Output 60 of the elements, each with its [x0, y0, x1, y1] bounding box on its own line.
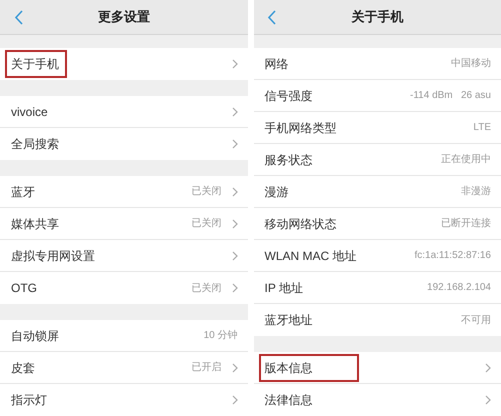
settings-row[interactable]: 媒体共享 已关闭 [0, 208, 248, 240]
row-label: 自动锁屏 [10, 328, 60, 344]
row-label: 手机网络类型 [264, 120, 338, 136]
row-label: 虚拟专用网设置 [10, 248, 96, 264]
row-label: 移动网络状态 [264, 216, 338, 232]
row-value: 已关闭 [192, 282, 222, 296]
row-label: 网络 [264, 56, 290, 72]
row-value: 中国移动 [451, 56, 491, 71]
row-value: -114 dBm 26 asu [410, 89, 491, 103]
settings-row[interactable]: 网络 中国移动 [254, 48, 501, 80]
row-value: 已开启 [192, 360, 222, 375]
row-label: vivoice [10, 104, 49, 120]
settings-row[interactable]: 虚拟专用网设置 [0, 240, 248, 272]
settings-row[interactable]: 关于手机 [0, 48, 248, 80]
settings-row[interactable]: 自动锁屏 10 分钟 [0, 320, 248, 352]
row-label: 蓝牙 [10, 184, 36, 200]
settings-row[interactable]: 蓝牙 已关闭 [0, 176, 248, 208]
row-value: fc:1a:11:52:87:16 [414, 249, 491, 263]
row-label: 法律信息 [264, 392, 314, 409]
row-value: 已关闭 [192, 216, 222, 231]
settings-row[interactable]: 指示灯 [0, 384, 248, 416]
settings-row[interactable]: 手机网络类型 LTE [254, 112, 501, 144]
row-value: 已关闭 [192, 184, 222, 199]
settings-row[interactable]: OTG 已关闭 [0, 272, 248, 304]
back-button[interactable] [12, 9, 24, 26]
row-label: WLAN MAC 地址 [264, 248, 358, 264]
screen-title: 更多设置 [98, 8, 150, 26]
row-value: 非漫游 [461, 184, 491, 199]
settings-row[interactable]: IP 地址 192.168.2.104 [254, 272, 501, 304]
row-label: 皮套 [10, 360, 36, 376]
settings-row[interactable]: 服务状态 正在使用中 [254, 144, 501, 176]
settings-row[interactable]: 信号强度 -114 dBm 26 asu [254, 80, 501, 112]
row-label: OTG [10, 280, 38, 297]
row-value: 已断开连接 [441, 216, 491, 231]
row-label: 漫游 [264, 184, 290, 200]
row-label: 媒体共享 [10, 216, 60, 232]
settings-row[interactable]: 全局搜索 [0, 128, 248, 160]
settings-row[interactable]: WLAN MAC 地址 fc:1a:11:52:87:16 [254, 240, 501, 272]
settings-row[interactable]: 蓝牙地址 不可用 [254, 304, 501, 336]
settings-row[interactable]: 版本信息 [254, 352, 501, 384]
settings-row[interactable]: 法律信息 [254, 384, 501, 416]
row-label: 蓝牙地址 [264, 312, 314, 329]
row-label: 信号强度 [264, 88, 314, 104]
screen-title: 关于手机 [351, 8, 404, 26]
row-label: 版本信息 [258, 354, 358, 382]
settings-row[interactable]: 漫游 非漫游 [254, 176, 501, 208]
row-value: 正在使用中 [441, 152, 491, 167]
row-label: 全局搜索 [10, 136, 60, 153]
row-label: IP 地址 [264, 280, 304, 296]
back-button[interactable] [266, 9, 278, 26]
row-label: 关于手机 [5, 50, 67, 78]
row-label: 服务状态 [264, 152, 314, 168]
settings-row[interactable]: 移动网络状态 已断开连接 [254, 208, 501, 240]
row-value: 不可用 [461, 314, 491, 328]
row-value: LTE [473, 121, 491, 135]
settings-row[interactable]: 皮套 已开启 [0, 352, 248, 384]
row-value: 192.168.2.104 [427, 281, 491, 295]
row-value: 10 分钟 [204, 328, 238, 343]
settings-row[interactable]: vivoice [0, 96, 248, 128]
row-label: 指示灯 [10, 392, 48, 409]
